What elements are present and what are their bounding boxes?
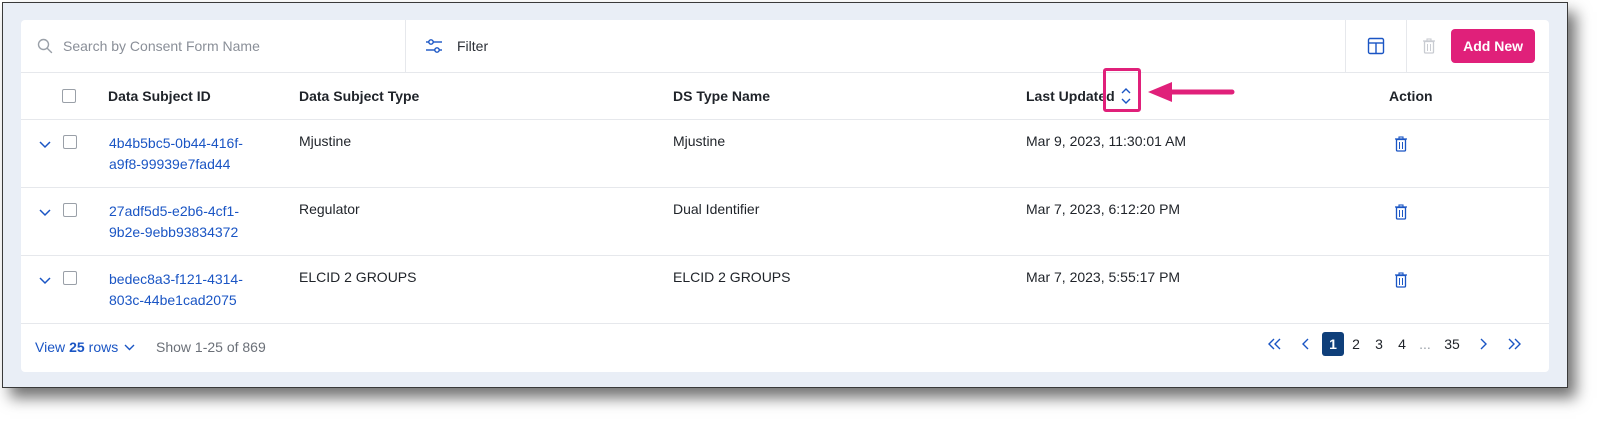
subject-type-cell: ELCID 2 GROUPS (299, 269, 417, 285)
page-button-35[interactable]: 35 (1437, 332, 1467, 356)
last-updated-cell: Mar 7, 2023, 6:12:20 PM (1026, 201, 1181, 217)
subject-id-line1: bedec8a3-f121-4314- (109, 271, 243, 287)
column-header-action: Action (1389, 88, 1433, 104)
column-header-ds-type-name[interactable]: DS Type Name (673, 88, 770, 104)
table-footer: View 25 rows Show 1-25 of 869 1 2 3 4 ..… (21, 323, 1549, 372)
prev-page-button[interactable] (1291, 332, 1321, 356)
page-button-1[interactable]: 1 (1322, 332, 1344, 356)
subject-id-link[interactable]: bedec8a3-f121-4314- 803c-44be1cad2075 (109, 269, 279, 311)
chevron-left-icon (1302, 338, 1309, 350)
bulk-delete-button[interactable] (1407, 20, 1451, 72)
subject-id-line2: 9b2e-9ebb93834372 (109, 224, 239, 240)
ds-type-name-cell: ELCID 2 GROUPS (673, 269, 791, 285)
subject-type-cell: Mjustine (299, 133, 352, 149)
add-new-button[interactable]: Add New (1451, 29, 1535, 63)
subject-id-line2: 803c-44be1cad2075 (109, 292, 237, 308)
column-header-last-updated[interactable]: Last Updated (1026, 88, 1115, 104)
page-ellipsis: ... (1419, 336, 1431, 352)
page-button-3[interactable]: 3 (1368, 332, 1390, 356)
view-prefix: View (35, 339, 66, 355)
toolbar: Search by Consent Form Name Filter Add N… (21, 20, 1549, 73)
annotation-arrow-icon (1148, 82, 1235, 102)
toolbar-actions: Add New (1345, 20, 1549, 72)
chevron-down-icon[interactable] (39, 274, 51, 286)
consent-table-card: Search by Consent Form Name Filter Add N… (21, 20, 1549, 372)
last-page-button[interactable] (1499, 332, 1529, 356)
subject-id-link[interactable]: 27adf5d5-e2b6-4cf1- 9b2e-9ebb93834372 (109, 201, 279, 243)
ds-type-name-cell: Mjustine (673, 133, 726, 149)
chevron-down-icon[interactable] (39, 206, 51, 218)
double-chevron-left-icon (1268, 338, 1281, 350)
double-chevron-right-icon (1508, 338, 1521, 350)
table-row: 4b4b5bc5-0b44-416f- a9f8-99939e7fad44 Mj… (21, 120, 1549, 188)
search-box[interactable]: Search by Consent Form Name (21, 20, 406, 72)
row-checkbox[interactable] (63, 271, 77, 285)
column-header-subject-id[interactable]: Data Subject ID (108, 88, 211, 104)
trash-icon (1423, 38, 1436, 54)
select-all-checkbox[interactable] (62, 89, 76, 103)
table-row: bedec8a3-f121-4314- 803c-44be1cad2075 EL… (21, 256, 1549, 324)
column-header-subject-type[interactable]: Data Subject Type (299, 88, 419, 104)
sort-highlight-box (1103, 68, 1141, 112)
subject-type-cell: Regulator (299, 201, 360, 217)
trash-icon[interactable] (1394, 204, 1408, 220)
ds-type-name-cell: Dual Identifier (673, 201, 760, 217)
row-checkbox[interactable] (63, 203, 77, 217)
subject-id-link[interactable]: 4b4b5bc5-0b44-416f- a9f8-99939e7fad44 (109, 133, 279, 175)
app-window: Search by Consent Form Name Filter Add N… (2, 2, 1568, 388)
chevron-right-icon (1480, 338, 1487, 350)
chevron-down-icon (124, 344, 135, 351)
page-button-2[interactable]: 2 (1345, 332, 1367, 356)
last-updated-cell: Mar 9, 2023, 11:30:01 AM (1026, 133, 1187, 149)
table-row: 27adf5d5-e2b6-4cf1- 9b2e-9ebb93834372 Re… (21, 188, 1549, 256)
subject-id-line2: a9f8-99939e7fad44 (109, 156, 231, 172)
search-icon (37, 38, 53, 54)
chevron-down-icon[interactable] (39, 138, 51, 150)
table-columns-icon (1367, 37, 1385, 55)
rows-per-page-dropdown[interactable]: View 25 rows (35, 339, 135, 355)
last-updated-cell: Mar 7, 2023, 5:55:17 PM (1026, 269, 1181, 285)
view-count: 25 (69, 339, 85, 355)
sliders-icon (426, 39, 442, 53)
subject-id-line1: 27adf5d5-e2b6-4cf1- (109, 203, 239, 219)
filter-button[interactable]: Filter (425, 20, 488, 72)
filter-label: Filter (457, 38, 489, 54)
view-suffix: rows (88, 339, 119, 355)
next-page-button[interactable] (1468, 332, 1498, 356)
trash-icon[interactable] (1394, 272, 1408, 288)
table-header: Data Subject ID Data Subject Type DS Typ… (21, 73, 1549, 120)
subject-id-line1: 4b4b5bc5-0b44-416f- (109, 135, 243, 151)
row-checkbox[interactable] (63, 135, 77, 149)
columns-button[interactable] (1345, 20, 1408, 72)
range-summary: Show 1-25 of 869 (156, 339, 266, 355)
first-page-button[interactable] (1260, 332, 1290, 356)
page-button-4[interactable]: 4 (1391, 332, 1413, 356)
pagination: 1 2 3 4 ... 35 (1259, 332, 1529, 356)
search-input[interactable]: Search by Consent Form Name (63, 38, 260, 54)
trash-icon[interactable] (1394, 136, 1408, 152)
